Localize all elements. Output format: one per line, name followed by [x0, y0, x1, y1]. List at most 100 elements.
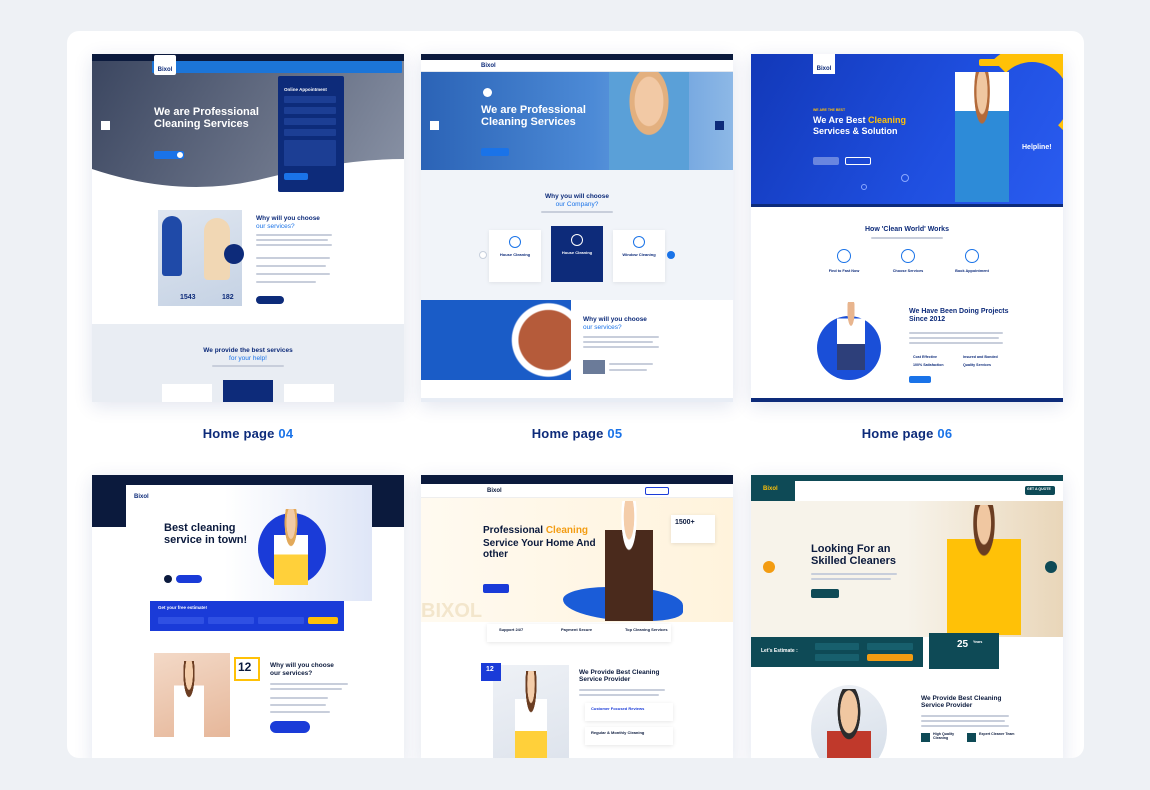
text-line: [256, 244, 332, 246]
broom-icon: [509, 236, 521, 248]
service-card-active[interactable]: [223, 380, 273, 402]
text-line: [579, 689, 665, 691]
home-page-04-preview[interactable]: Bixol We are Professional Cleaning Servi…: [92, 54, 404, 402]
home-page-09-preview[interactable]: Bixol GET A QUOTE Looking For an Skilled…: [751, 475, 1063, 758]
slider-next-arrow-icon[interactable]: [1045, 561, 1057, 573]
play-icon[interactable]: [483, 88, 492, 97]
helpline: Helpline!: [1022, 144, 1052, 151]
service-card[interactable]: [284, 384, 334, 402]
slider-prev-arrow-icon[interactable]: [763, 561, 775, 573]
check-item: 100% Satisfaction: [913, 363, 944, 367]
why-title-a: Why will you choose: [583, 316, 647, 323]
text-line: [583, 341, 653, 343]
text-line: [256, 257, 330, 259]
text-line: [541, 211, 613, 213]
text-line: [256, 234, 332, 236]
section-title-b: our services?: [270, 670, 313, 677]
slider-next-arrow-icon[interactable]: [715, 121, 724, 130]
text-line: [811, 573, 897, 575]
nav-bar: [421, 484, 733, 498]
hero-title-a-text: We Are Best: [813, 115, 866, 125]
step-title: Book Appointment: [955, 269, 989, 273]
badge-number: 12: [238, 660, 252, 674]
estimate-submit-button[interactable]: [308, 617, 338, 624]
feature-title: High Quality Cleaning: [933, 732, 955, 740]
section-title-a: Why you will choose: [545, 193, 609, 200]
slider-prev-arrow-icon[interactable]: [101, 121, 110, 130]
home-page-08-preview[interactable]: Bixol Professional Cleaning Service Your…: [421, 475, 733, 758]
hero-title-highlight: Cleaning: [545, 525, 589, 536]
footer-strip: [751, 398, 1063, 402]
service-title: House Cleaning: [561, 250, 593, 255]
learn-more-button[interactable]: [909, 376, 931, 383]
text-line: [921, 715, 1009, 717]
get-quote-label: GET A QUOTE: [1027, 487, 1051, 491]
estimate-title: Get your free estimate!: [158, 605, 208, 610]
years-label: Years: [973, 640, 983, 644]
text-line: [256, 281, 316, 283]
carousel-next-icon[interactable]: [667, 251, 675, 259]
caption-home-page-06[interactable]: Home page 06: [751, 426, 1063, 441]
estimate-name-field[interactable]: [158, 617, 204, 624]
play-icon[interactable]: [176, 151, 184, 159]
form-name-field[interactable]: [284, 96, 336, 103]
form-service-field[interactable]: [284, 129, 336, 136]
slider-prev-arrow-icon[interactable]: [430, 121, 439, 130]
footer-strip: [421, 398, 733, 402]
read-more-button[interactable]: [811, 589, 839, 598]
hero-button[interactable]: [813, 157, 839, 165]
hero-woman: [955, 72, 1009, 202]
hero-title-b: Services & Solution: [813, 126, 898, 136]
calendar-icon: [965, 249, 979, 263]
worker-man: [827, 689, 871, 758]
hero-title: Best cleaning service in town!: [164, 522, 248, 547]
form-email-field[interactable]: [284, 107, 336, 114]
text-line: [609, 363, 653, 365]
list-item: Regular & Monthly Cleaning: [591, 730, 645, 735]
service-title: House Cleaning: [499, 252, 531, 257]
play-icon[interactable]: [164, 575, 172, 583]
nav-cta-button[interactable]: [979, 59, 1001, 66]
hero-woman: [605, 501, 653, 621]
bottom-title-a: We provide the best services: [203, 347, 293, 354]
text-line: [909, 342, 1003, 344]
hero-title: We are Professional Cleaning Services: [481, 104, 586, 129]
form-submit-button[interactable]: [284, 173, 308, 180]
logo: Bixol: [813, 54, 835, 74]
about-button[interactable]: [176, 575, 202, 583]
text-line: [909, 332, 1003, 334]
form-phone-field[interactable]: [284, 118, 336, 125]
service-card[interactable]: [162, 384, 212, 402]
hero-title-a: We Are Best Cleaning: [813, 115, 906, 126]
step-title: Choose Services: [892, 269, 924, 273]
experience-badge: [224, 244, 244, 264]
estimate-service-field[interactable]: [258, 617, 304, 624]
text-line: [212, 365, 284, 367]
home-page-07-preview[interactable]: Bixol Best cleaning service in town! Get…: [92, 475, 404, 758]
feature-title: Payment Secure: [561, 627, 593, 632]
estimate-phone-field[interactable]: [867, 643, 913, 650]
estimate-email-field[interactable]: [208, 617, 254, 624]
hero-button[interactable]: [483, 584, 509, 593]
text-line: [256, 273, 330, 275]
logo: Bixol: [487, 488, 502, 494]
text-line: [270, 697, 328, 699]
hero-button[interactable]: [481, 148, 509, 156]
phone-button[interactable]: [270, 721, 310, 733]
hero-bottom-bar: [751, 204, 1063, 207]
read-more-button[interactable]: [256, 296, 284, 304]
form-message-field[interactable]: [284, 140, 336, 166]
estimate-submit-button[interactable]: [867, 654, 913, 661]
caption-home-page-04[interactable]: Home page 04: [92, 426, 404, 441]
caption-home-page-05[interactable]: Home page 05: [421, 426, 733, 441]
home-page-06-preview[interactable]: Bixol WE ARE THE BEST We Are Best Cleani…: [751, 54, 1063, 402]
estimate-label: Let's Estimate :: [761, 648, 798, 654]
booking-button[interactable]: [645, 487, 669, 495]
hero-button-2[interactable]: [845, 157, 871, 165]
estimate-service-field[interactable]: [815, 654, 859, 661]
hero-title-a-text: Professional: [483, 525, 544, 536]
estimate-name-field[interactable]: [815, 643, 859, 650]
broom-icon: [901, 249, 915, 263]
home-page-05-preview[interactable]: Bixol We are Professional Cleaning Servi…: [421, 54, 733, 402]
carousel-prev-icon[interactable]: [479, 251, 487, 259]
